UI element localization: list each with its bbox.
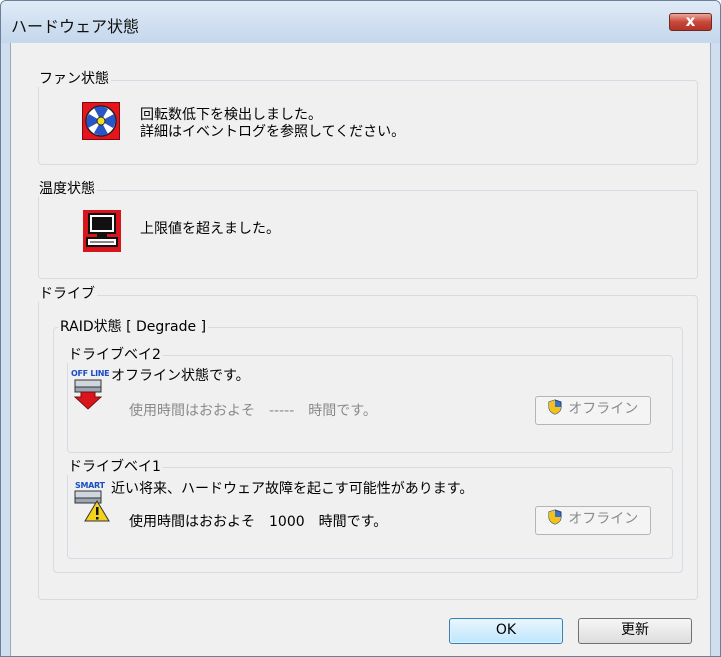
raid-status-label: RAID状態 [ Degrade ] [58,319,209,335]
smart-badge: SMART [75,481,105,490]
fan-alert-icon [82,102,120,144]
close-button[interactable]: x [669,12,712,31]
drive-bay-2-group: ドライブベイ2 OFF LINE オフライン状態です。 使用時間はおおよそ --… [66,347,673,453]
fan-status-group: ファン状態 回転数低下を検出しました。 詳細はイベントログを参照してください。 [37,71,698,165]
fan-message-line1: 回転数低下を検出しました。 [140,107,322,123]
bay1-offline-button[interactable]: オフライン [535,506,651,535]
bay1-status-text: 近い将来、ハードウェア故障を起こす可能性があります。 [111,481,474,497]
temperature-status-label: 温度状態 [37,181,97,197]
fan-message-line2: 詳細はイベントログを参照してください。 [140,124,406,140]
bay2-status-text: オフライン状態です。 [111,368,250,384]
bay1-offline-button-label: オフライン [568,511,639,527]
temperature-message: 上限値を超えました。 [140,221,280,237]
drive-group: ドライブ RAID状態 [ Degrade ] ドライブベイ2 OFF LINE [37,286,698,600]
temperature-status-group: 温度状態 上限値を超えました。 [37,181,698,279]
close-icon: x [685,12,696,30]
window-title: ハードウェア状態 [11,17,140,36]
temperature-alert-icon [82,209,122,257]
ok-button[interactable]: OK [449,618,563,644]
drive-bay-1-group: ドライブベイ1 SMART 近い将来、ハードウェア故障を起こす可能性があります。… [66,459,673,559]
drive-bay-1-label: ドライブベイ1 [66,459,163,475]
offline-drive-icon: OFF LINE [71,367,110,415]
refresh-button[interactable]: 更新 [578,618,692,644]
uac-shield-icon [548,399,566,419]
bay2-offline-button[interactable]: オフライン [535,396,651,425]
drive-bay-2-label: ドライブベイ2 [66,347,163,363]
fan-status-label: ファン状態 [37,71,111,87]
bay2-offline-button-label: オフライン [568,401,639,417]
offline-badge: OFF LINE [71,369,110,378]
bay1-usage-text: 使用時間はおおよそ 1000 時間です。 [129,514,388,530]
dialog-window: ハードウェア状態 x ファン状態 回転数低下を検出しました。 詳細はイベントログ… [0,0,721,657]
drive-group-label: ドライブ [37,286,97,302]
raid-status-group: RAID状態 [ Degrade ] ドライブベイ2 OFF LINE オフライ… [53,319,683,573]
dialog-body: ファン状態 回転数低下を検出しました。 詳細はイベントログを参照してください。 … [10,43,711,656]
uac-shield-icon [548,509,566,529]
smart-warning-drive-icon: SMART [71,477,111,527]
bay2-usage-text: 使用時間はおおよそ ----- 時間です。 [129,403,377,419]
title-bar[interactable]: ハードウェア状態 x [1,1,720,43]
